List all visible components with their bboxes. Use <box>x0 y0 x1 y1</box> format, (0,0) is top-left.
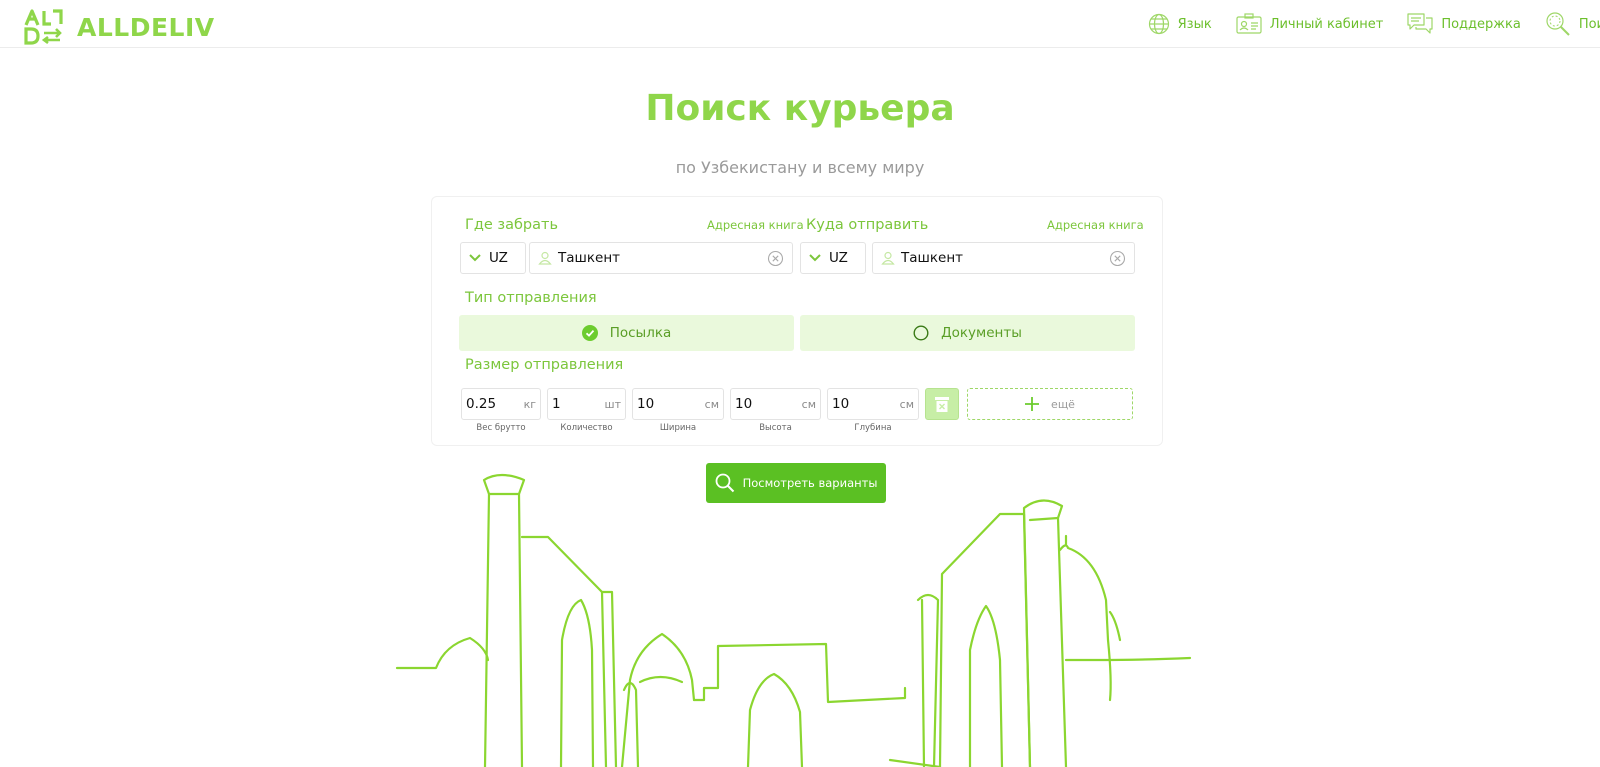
depth-value: 10 <box>832 396 850 412</box>
quantity-caption: Количество <box>560 423 613 433</box>
chat-icon <box>1407 13 1433 34</box>
type-option-documents-label: Документы <box>941 325 1022 341</box>
page-subtitle: по Узбекистану и всему миру <box>675 158 925 177</box>
plus-icon <box>1025 397 1040 411</box>
nav-search-label: Поиск <box>1578 16 1600 32</box>
clear-icon[interactable] <box>767 250 784 267</box>
height-caption: Высота <box>759 423 792 433</box>
depth-unit: см <box>899 398 914 411</box>
view-options-button[interactable]: Посмотреть варианты <box>706 463 886 503</box>
weight-unit: кг <box>523 398 536 411</box>
logo-text: ALLDELIV <box>77 12 215 42</box>
nav-search[interactable]: Поиск <box>1545 11 1600 37</box>
pickup-label: Где забрать <box>465 217 559 233</box>
header: ALLDELIV Язык Личный кабинет Поддержка П… <box>0 0 1600 48</box>
destination-country-value: UZ <box>829 250 848 266</box>
height-value: 10 <box>735 396 753 412</box>
check-circle-icon <box>581 325 598 341</box>
nav-support-label: Поддержка <box>1441 16 1521 32</box>
person-icon <box>881 251 895 265</box>
globe-icon <box>1148 13 1169 35</box>
weight-caption: Вес брутто <box>476 423 526 433</box>
clear-icon[interactable] <box>1109 250 1126 267</box>
quantity-field[interactable]: 1 шт <box>547 388 626 420</box>
destination-country-select[interactable]: UZ <box>800 242 866 274</box>
delete-item-button[interactable] <box>925 388 959 420</box>
person-icon <box>538 251 552 265</box>
chevron-down-icon <box>469 254 481 262</box>
nav-support[interactable]: Поддержка <box>1407 12 1521 36</box>
quantity-value: 1 <box>552 396 561 412</box>
weight-field[interactable]: 0.25 кг <box>461 388 541 420</box>
shipment-type-label: Тип отправления <box>465 290 597 306</box>
logo-mark-icon <box>24 9 63 45</box>
search-icon <box>1546 12 1570 36</box>
add-more-button[interactable]: ещё <box>967 388 1133 420</box>
width-value: 10 <box>637 396 655 412</box>
shipment-size-label: Размер отправления <box>465 357 624 373</box>
type-option-parcel-label: Посылка <box>609 325 672 341</box>
search-form-card: Где забрать Адресная книга UZ Ташкент Ку… <box>431 196 1163 446</box>
pickup-address-book-link[interactable]: Адресная книга <box>707 218 804 232</box>
width-caption: Ширина <box>659 423 697 433</box>
page-title: Поиск курьера <box>645 88 955 129</box>
type-option-documents[interactable]: Документы <box>800 315 1135 351</box>
radio-empty-icon <box>913 325 929 341</box>
destination-city-input[interactable]: Ташкент <box>872 242 1135 274</box>
search-icon <box>715 473 734 493</box>
add-more-label: ещё <box>1051 397 1075 411</box>
pickup-city-input[interactable]: Ташкент <box>529 242 793 274</box>
depth-field[interactable]: 10 см <box>827 388 919 420</box>
logo[interactable]: ALLDELIV <box>24 9 215 45</box>
pickup-country-select[interactable]: UZ <box>460 242 526 274</box>
destination-address-book-link[interactable]: Адресная книга <box>1047 218 1144 232</box>
width-field[interactable]: 10 см <box>632 388 724 420</box>
weight-value: 0.25 <box>466 396 497 412</box>
width-unit: см <box>704 398 719 411</box>
depth-caption: Глубина <box>854 423 892 433</box>
destination-label: Куда отправить <box>806 217 929 233</box>
nav-language-label: Язык <box>1177 16 1212 32</box>
pickup-country-value: UZ <box>489 250 508 266</box>
height-field[interactable]: 10 см <box>730 388 821 420</box>
pickup-city-value: Ташкент <box>558 250 621 266</box>
trash-icon <box>935 397 949 412</box>
top-nav: Язык Личный кабинет Поддержка По <box>1148 10 1600 38</box>
view-options-label: Посмотреть варианты <box>742 476 878 490</box>
type-option-parcel[interactable]: Посылка <box>459 315 794 351</box>
id-card-icon <box>1236 13 1262 34</box>
quantity-unit: шт <box>604 398 621 411</box>
nav-account[interactable]: Личный кабинет <box>1236 13 1384 35</box>
nav-language[interactable]: Язык <box>1148 13 1212 35</box>
destination-city-value: Ташкент <box>901 250 964 266</box>
nav-account-label: Личный кабинет <box>1269 16 1384 32</box>
chevron-down-icon <box>809 254 821 262</box>
height-unit: см <box>801 398 816 411</box>
